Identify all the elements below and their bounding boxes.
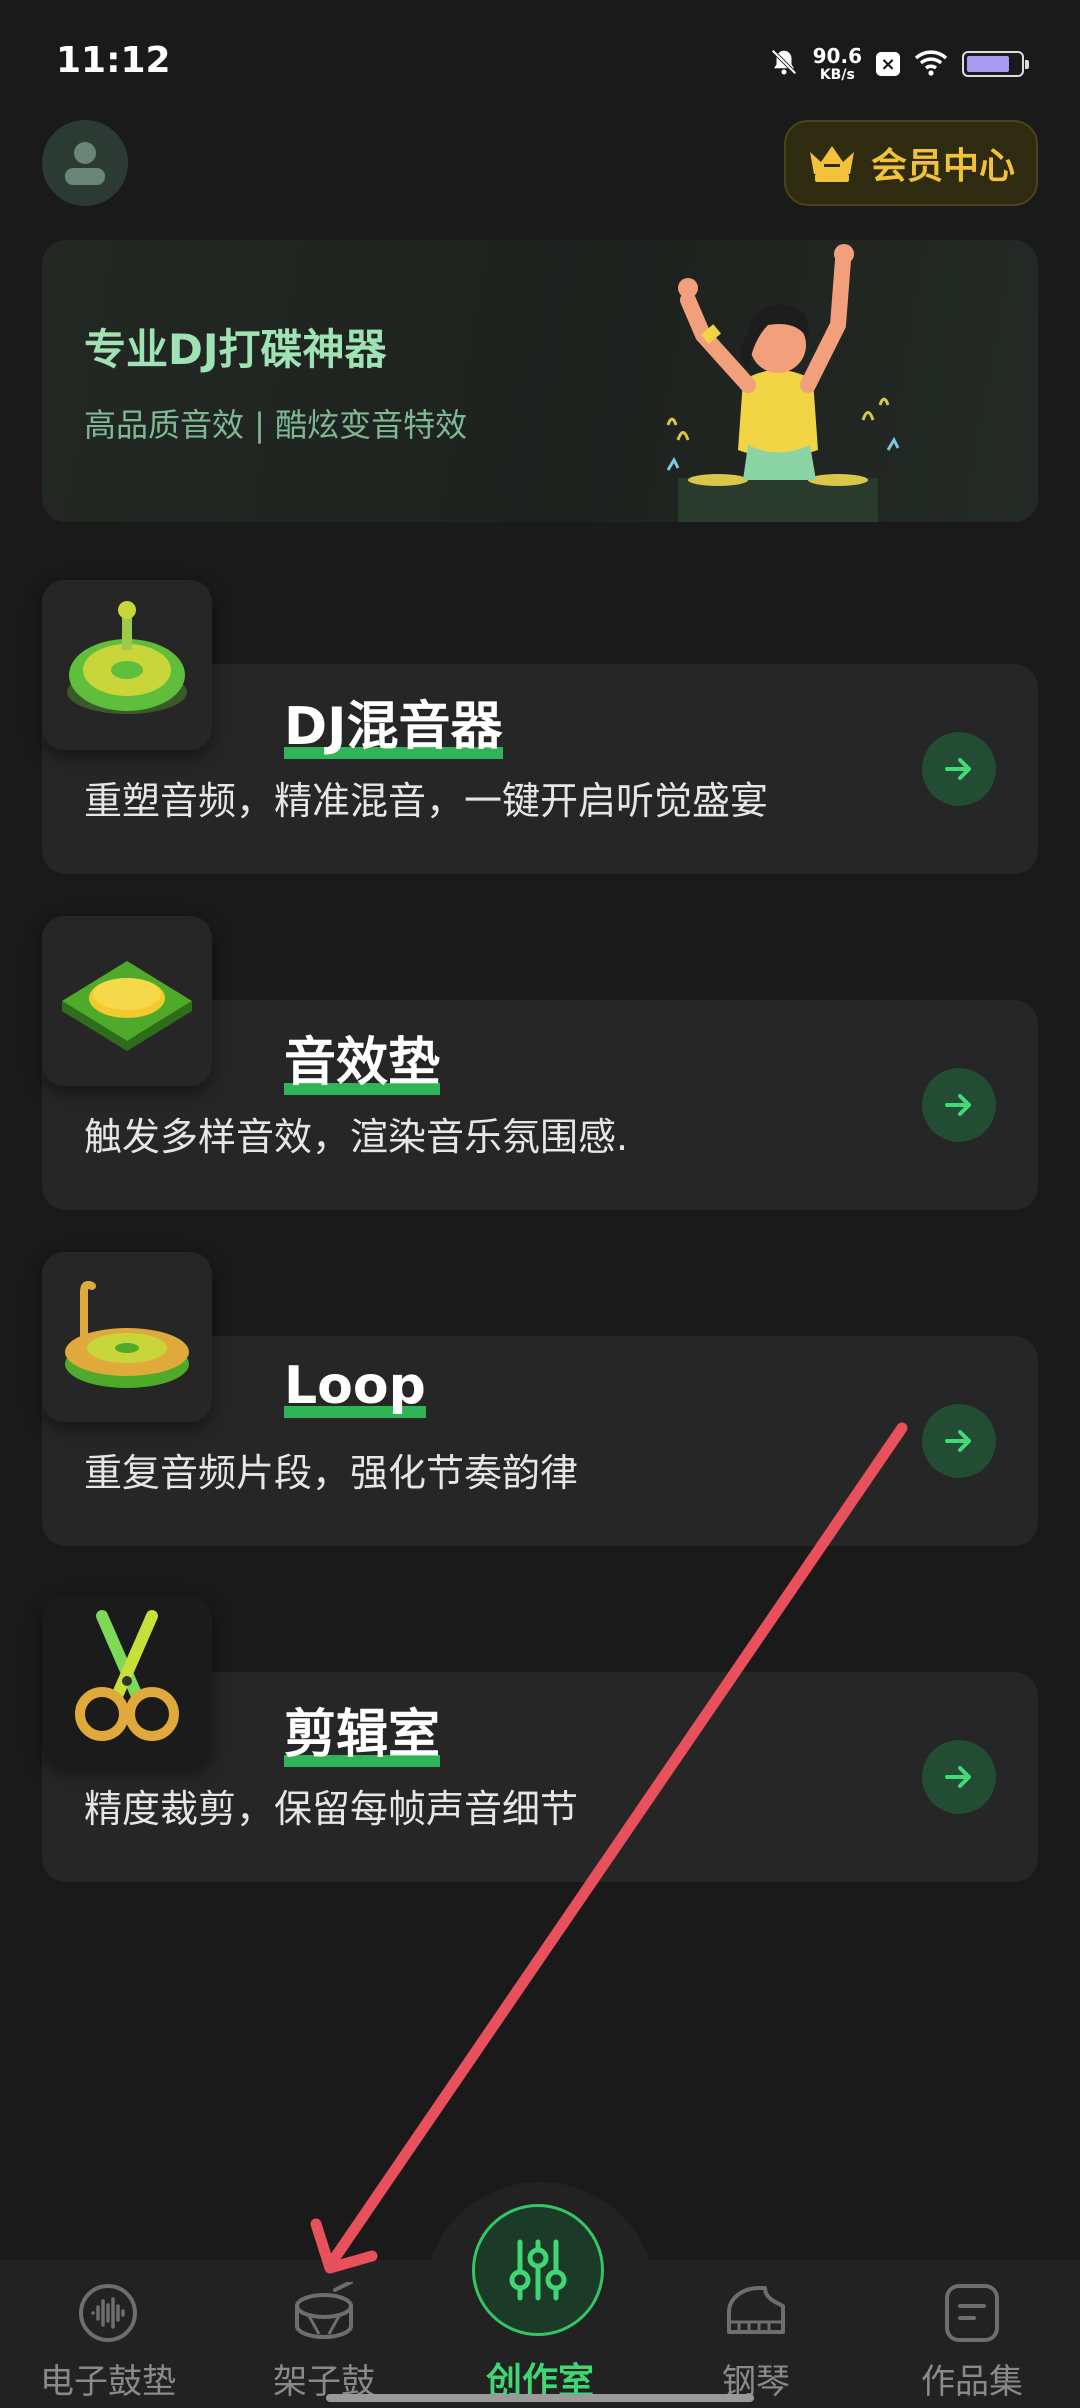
dj-girl-illustration: [666, 244, 900, 522]
banner-title: 专业DJ打碟神器: [84, 325, 387, 374]
card-description: 精度裁剪，保留每帧声音细节: [84, 1787, 579, 1831]
user-icon: [65, 142, 105, 185]
vip-center-label: 会员中心: [870, 146, 1015, 187]
tab-drum-kit[interactable]: 架子鼓: [224, 2282, 424, 2403]
sliders-icon: [509, 2239, 567, 2301]
arrow-right-icon[interactable]: [922, 1404, 996, 1478]
card-title: 音效垫: [284, 1033, 441, 1093]
status-bar: 11:12 90.6 KB/s ×: [0, 0, 1080, 120]
card-description: 触发多样音效，渲染音乐氛围感.: [84, 1115, 629, 1159]
card-description: 重塑音频，精准混音，一键开启听觉盛宴: [84, 779, 769, 823]
home-indicator: [326, 2394, 754, 2402]
pad-button-icon: [42, 916, 212, 1086]
status-icons: 90.6 KB/s ×: [769, 42, 1029, 86]
loop-record-icon: [42, 1252, 212, 1422]
tab-portfolio[interactable]: 作品集: [872, 2282, 1072, 2403]
mute-bell-icon: [769, 47, 799, 81]
arrow-right-icon[interactable]: [922, 732, 996, 806]
card-title: 剪辑室: [284, 1705, 441, 1765]
crown-icon: [809, 146, 854, 182]
tab-label: 作品集: [921, 2362, 1023, 2402]
waveform-icon: [79, 2284, 137, 2342]
piano-icon: [727, 2286, 785, 2334]
card-description: 重复音频片段，强化节奏韵律: [84, 1451, 579, 1495]
card-title: Loop: [284, 1356, 426, 1416]
banner-subtitle: 高品质音效 | 酷炫变音特效: [84, 406, 468, 444]
wifi-icon: [914, 48, 948, 80]
tab-piano[interactable]: 钢琴: [656, 2282, 856, 2403]
arrow-right-icon[interactable]: [922, 1740, 996, 1814]
promo-banner[interactable]: 专业DJ打碟神器 高品质音效 | 酷炫变音特效: [42, 240, 1038, 522]
notification-badge-icon: ×: [876, 52, 900, 76]
network-speed: 90.6 KB/s: [812, 44, 862, 83]
document-icon: [945, 2284, 999, 2342]
status-time: 11:12: [56, 40, 171, 81]
card-title: DJ混音器: [284, 697, 503, 757]
tab-electronic-drum-pad[interactable]: 电子鼓垫: [8, 2282, 208, 2403]
scissors-icon: [42, 1596, 212, 1766]
turntable-icon: [42, 580, 212, 750]
user-avatar[interactable]: [42, 120, 128, 206]
battery-icon: [962, 51, 1029, 77]
vip-center-button[interactable]: 会员中心: [784, 120, 1038, 206]
drum-icon: [295, 2282, 353, 2340]
arrow-right-icon[interactable]: [922, 1068, 996, 1142]
tab-label: 电子鼓垫: [40, 2362, 176, 2402]
tab-studio[interactable]: [472, 2204, 604, 2336]
